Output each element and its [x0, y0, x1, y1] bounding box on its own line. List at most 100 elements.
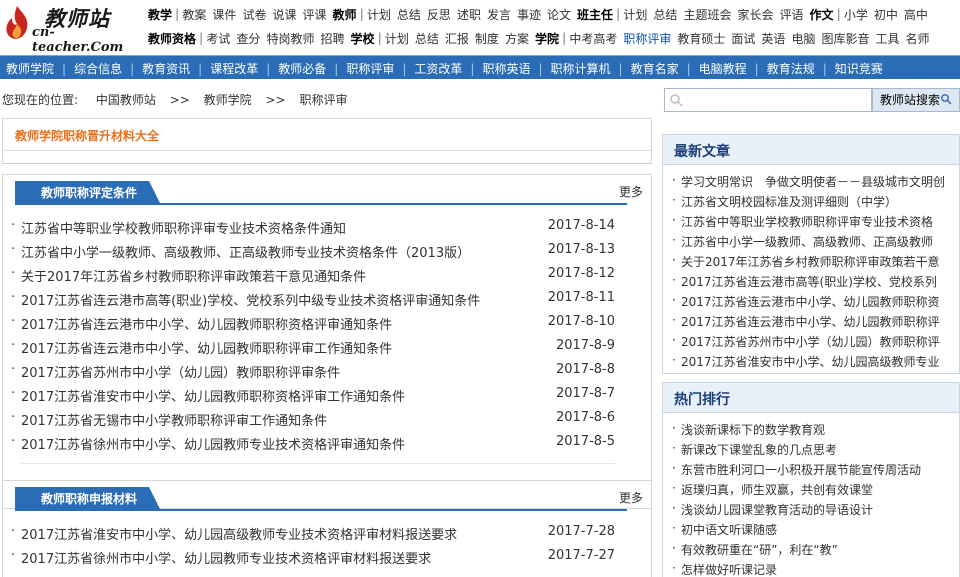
- top-link[interactable]: 名师: [905, 30, 929, 47]
- top-link[interactable]: 教师: [332, 6, 356, 23]
- nav-item[interactable]: 职称英语 |: [482, 60, 550, 77]
- nav-item[interactable]: 教育法规 |: [767, 60, 835, 77]
- breadcrumb-section-link[interactable]: 教师学院: [204, 93, 252, 107]
- top-link[interactable]: 学校: [350, 30, 374, 47]
- section-title[interactable]: 教师职称申报材料: [15, 487, 162, 511]
- nav-item[interactable]: 课程改革 |: [210, 60, 278, 77]
- top-link[interactable]: 面试: [731, 30, 755, 47]
- top-link[interactable]: 述职: [457, 6, 481, 23]
- nav-item[interactable]: 工资改革 |: [414, 60, 482, 77]
- article-link[interactable]: 2017江苏省徐州市中小学、幼儿园教师专业技术资格评审材料报送要求: [11, 548, 431, 567]
- side-article-link[interactable]: 2017江苏省苏州市中小学（幼儿园）教师职称评: [672, 333, 940, 350]
- article-link[interactable]: 2017江苏省连云港市中小学、幼儿园教师职称资格评审通知条件: [11, 314, 392, 333]
- more-link[interactable]: 更多: [619, 183, 643, 200]
- banner-title[interactable]: 教师学院职称晋升材料大全: [15, 127, 159, 144]
- top-link[interactable]: 工具: [875, 30, 899, 47]
- top-link[interactable]: 总结: [653, 6, 677, 23]
- top-link[interactable]: 方案: [505, 30, 529, 47]
- nav-item[interactable]: 教师学院 |: [6, 60, 74, 77]
- side-article-link[interactable]: 关于2017年江苏省乡村教师职称评审政策若干意: [672, 253, 940, 270]
- article-link[interactable]: 2017江苏省无锡市中小学教师职称评审工作通知条件: [11, 410, 327, 429]
- top-link[interactable]: 汇报: [445, 30, 469, 47]
- top-link[interactable]: 计划: [385, 30, 409, 47]
- breadcrumb-home-link[interactable]: 中国教师站: [96, 93, 156, 107]
- more-link[interactable]: 更多: [619, 489, 643, 506]
- top-link[interactable]: 作文: [809, 6, 833, 23]
- top-link[interactable]: 小学: [844, 6, 868, 23]
- search-input[interactable]: [664, 88, 872, 112]
- nav-item[interactable]: 教育名家 |: [631, 60, 699, 77]
- top-link[interactable]: 论文: [547, 6, 571, 23]
- side-article-link[interactable]: 浅谈幼儿园课堂教育活动的导语设计: [672, 501, 873, 518]
- top-link[interactable]: 评课: [302, 6, 326, 23]
- nav-item[interactable]: 教育资讯 |: [142, 60, 210, 77]
- top-link[interactable]: 学院: [535, 30, 559, 47]
- side-article-link[interactable]: 江苏省中等职业学校教师职称评审专业技术资格: [672, 213, 933, 230]
- article-link[interactable]: 2017江苏省苏州市中小学（幼儿园）教师职称评审条件: [11, 362, 340, 381]
- nav-item[interactable]: 教师必备 |: [278, 60, 346, 77]
- article-link[interactable]: 2017江苏省淮安市中小学、幼儿园高级教师专业技术资格评审材料报送要求: [11, 524, 457, 543]
- section-title[interactable]: 教师职称评定条件: [15, 181, 162, 205]
- top-link[interactable]: 招聘: [320, 30, 344, 47]
- side-article-link[interactable]: 初中语文听课随感: [672, 521, 777, 538]
- top-link[interactable]: 试卷: [242, 6, 266, 23]
- article-link[interactable]: 2017江苏省淮安市中小学、幼儿园教师职称资格评审工作通知条件: [11, 386, 405, 405]
- side-article-link[interactable]: 2017江苏省连云港市高等(职业)学校、党校系列: [672, 273, 937, 290]
- top-link[interactable]: 查分: [236, 30, 260, 47]
- top-link[interactable]: 计划: [623, 6, 647, 23]
- top-link[interactable]: 评语: [779, 6, 803, 23]
- top-link[interactable]: 总结: [397, 6, 421, 23]
- top-link[interactable]: 初中: [874, 6, 898, 23]
- side-article-link[interactable]: 2017江苏省淮安市中小学、幼儿园高级教师专业: [672, 353, 940, 370]
- top-link[interactable]: 高中: [904, 6, 928, 23]
- top-link[interactable]: 制度: [475, 30, 499, 47]
- top-link[interactable]: 课件: [212, 6, 236, 23]
- nav-item[interactable]: 职称评审 |: [346, 60, 414, 77]
- nav-item[interactable]: 职称计算机 |: [551, 60, 631, 77]
- site-logo[interactable]: 教师站 cn-teacher.Com: [0, 0, 145, 55]
- search-button[interactable]: 教师站搜索: [872, 88, 960, 112]
- top-link[interactable]: 主题班会: [683, 6, 731, 23]
- side-article-link[interactable]: 学习文明常识 争做文明使者－－县级城市文明创: [672, 173, 945, 190]
- side-article-link[interactable]: 江苏省中小学一级教师、高级教师、正高级教师: [672, 233, 933, 250]
- side-article-link[interactable]: 新课改下课堂乱象的几点思考: [672, 441, 837, 458]
- side-article-link[interactable]: 2017江苏省连云港市中小学、幼儿园教师职称资: [672, 293, 940, 310]
- nav-separator: |: [470, 61, 475, 76]
- top-link[interactable]: 总结: [415, 30, 439, 47]
- top-link[interactable]: 电脑: [791, 30, 815, 47]
- breadcrumb-current-link[interactable]: 职称评审: [299, 93, 347, 107]
- nav-item[interactable]: 知识竞赛: [835, 60, 883, 77]
- article-link[interactable]: 江苏省中小学一级教师、高级教师、正高级教师专业技术资格条件（2013版）: [11, 242, 470, 261]
- side-article-link[interactable]: 返璞归真，师生双赢，共创有效课堂: [672, 481, 873, 498]
- side-article-link[interactable]: 有效教研重在“研”，利在“教”: [672, 541, 838, 558]
- top-link[interactable]: 反思: [427, 6, 451, 23]
- top-link[interactable]: 教学: [148, 6, 172, 23]
- top-link[interactable]: 职称评审: [623, 30, 671, 47]
- article-link[interactable]: 2017江苏省连云港市高等(职业)学校、党校系列中级专业技术资格评审通知条件: [11, 290, 480, 309]
- article-link[interactable]: 2017江苏省徐州市中小学、幼儿园教师专业技术资格评审通知条件: [11, 434, 405, 453]
- article-link[interactable]: 2017江苏省连云港市中小学、幼儿园教师职称评审工作通知条件: [11, 338, 392, 357]
- top-link[interactable]: 事迹: [517, 6, 541, 23]
- nav-item[interactable]: 电脑教程 |: [699, 60, 767, 77]
- top-link[interactable]: 教育硕士: [677, 30, 725, 47]
- side-article-link[interactable]: 江苏省文明校园标准及测评细则（中学）: [672, 193, 897, 210]
- top-link[interactable]: 家长会: [737, 6, 773, 23]
- side-article-link[interactable]: 怎样做好听课记录: [672, 561, 777, 577]
- top-link[interactable]: 发言: [487, 6, 511, 23]
- top-link[interactable]: 教案: [182, 6, 206, 23]
- top-link[interactable]: 特岗教师: [266, 30, 314, 47]
- article-link[interactable]: 江苏省中等职业学校教师职称评审专业技术资格条件通知: [11, 218, 346, 237]
- top-link[interactable]: 图库影音: [821, 30, 869, 47]
- article-link[interactable]: 关于2017年江苏省乡村教师职称评审政策若干意见通知条件: [11, 266, 366, 285]
- side-article-link[interactable]: 浅谈新课标下的数学教育观: [672, 421, 825, 438]
- top-link[interactable]: 中考高考: [569, 30, 617, 47]
- top-link[interactable]: 英语: [761, 30, 785, 47]
- top-link[interactable]: 考试: [206, 30, 230, 47]
- side-article-link[interactable]: 东营市胜利河口一小积极开展节能宣传周活动: [672, 461, 921, 478]
- top-link[interactable]: 教师资格: [148, 30, 196, 47]
- nav-item[interactable]: 综合信息 |: [74, 60, 142, 77]
- top-link[interactable]: 班主任: [577, 6, 613, 23]
- top-link[interactable]: 计划: [367, 6, 391, 23]
- top-link[interactable]: 说课: [272, 6, 296, 23]
- side-article-link[interactable]: 2017江苏省连云港市中小学、幼儿园教师职称评: [672, 313, 940, 330]
